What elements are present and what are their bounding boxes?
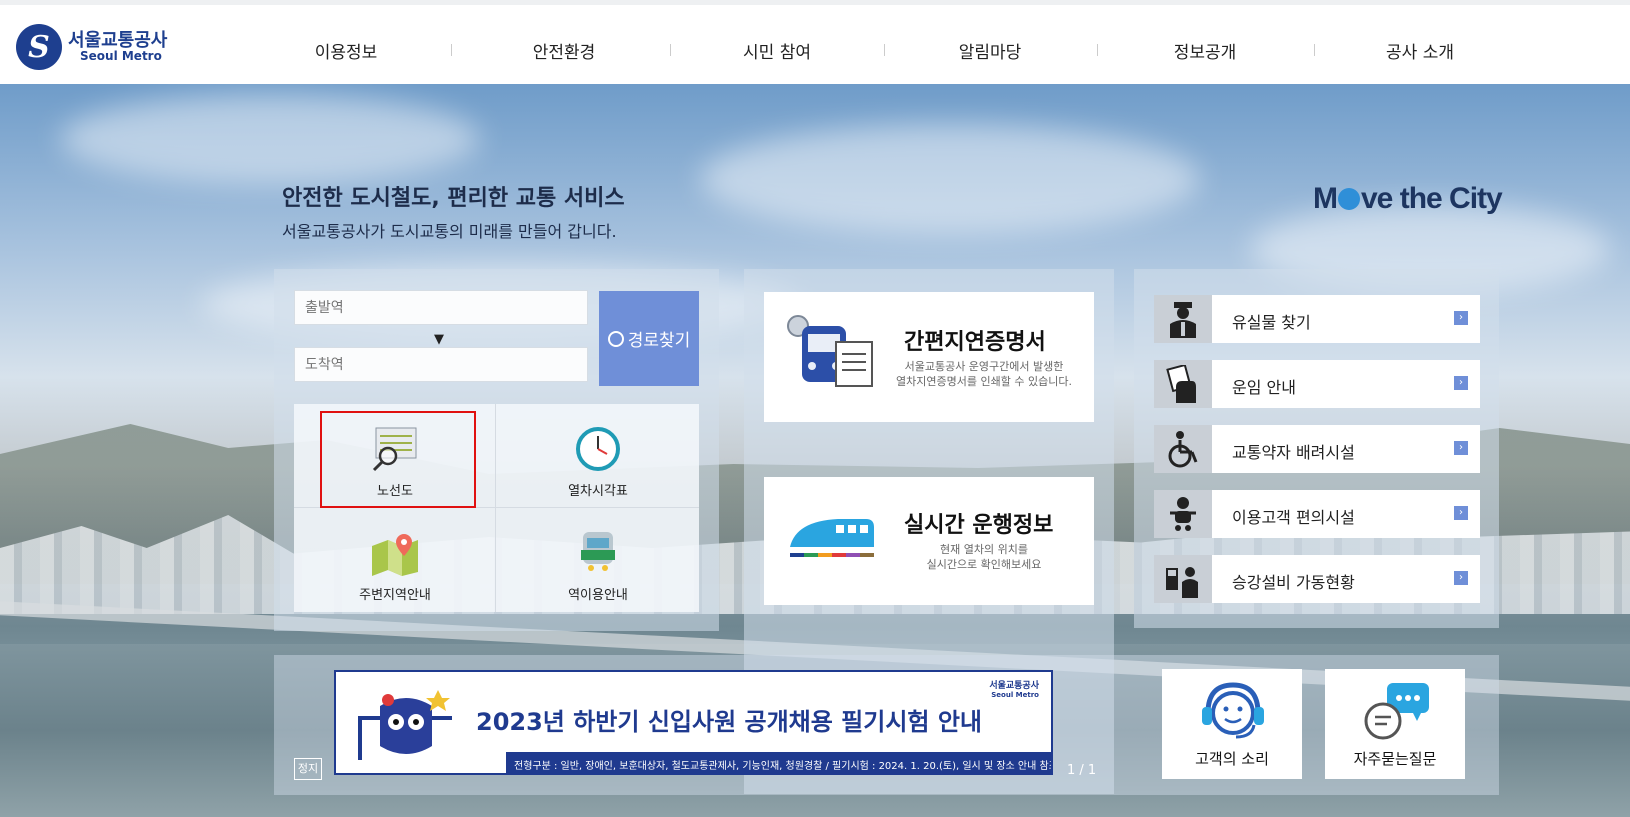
arrow-down-icon: ▼ bbox=[434, 332, 444, 347]
banner-stop-button[interactable]: 정지 bbox=[294, 758, 322, 780]
quick-nearby[interactable]: 주변지역안내 bbox=[294, 508, 496, 611]
card-title: 간편지연증명서 bbox=[904, 330, 1046, 355]
site-logo[interactable]: S 서울교통공사 Seoul Metro bbox=[16, 24, 167, 70]
bullet-train-icon bbox=[790, 519, 874, 557]
recruitment-banner[interactable]: 2023년 하반기 신입사원 공개채용 필기시험 안내 서울교통공사 Seoul… bbox=[334, 670, 1053, 775]
quick-label: 주변지역안내 bbox=[359, 588, 431, 603]
quick-label: 역이용안내 bbox=[568, 588, 628, 603]
service-label: 승강설비 가동현황 bbox=[1232, 573, 1355, 592]
quick-timetable[interactable]: 열차시각표 bbox=[497, 404, 699, 507]
customer-voice-button[interactable]: 고객의 소리 bbox=[1162, 669, 1302, 779]
service-label: 이용고객 편의시설 bbox=[1232, 508, 1355, 527]
banner-logo-english: Seoul Metro bbox=[991, 691, 1039, 699]
banner-logo-korean: 서울교통공사 bbox=[989, 681, 1039, 691]
service-lift-status[interactable]: 승강설비 가동현황 › bbox=[1154, 555, 1480, 603]
site-header: S 서울교통공사 Seoul Metro 이용정보 안전환경 시민 참여 알림마… bbox=[0, 5, 1630, 84]
nav-disclosure[interactable]: 정보공개 bbox=[1174, 38, 1237, 63]
nav-safety[interactable]: 안전환경 bbox=[533, 38, 596, 63]
card-description: 현재 열차의 위치를 실시간으로 확인해보세요 bbox=[894, 543, 1074, 573]
customer-voice-label: 고객의 소리 bbox=[1195, 750, 1269, 768]
service-convenience[interactable]: 이용고객 편의시설 › bbox=[1154, 490, 1480, 538]
card-description-line: 실시간으로 확인해보세요 bbox=[926, 557, 1042, 571]
card-description-line: 현재 열차의 위치를 bbox=[940, 543, 1028, 556]
hero-subline: 서울교통공사가 도시교통의 미래를 만들어 갑니다. bbox=[282, 222, 617, 241]
headset-icon bbox=[1202, 682, 1264, 739]
highlight-box bbox=[320, 411, 476, 508]
search-icon bbox=[607, 330, 624, 347]
service-lost-found[interactable]: 유실물 찾기 › bbox=[1154, 295, 1480, 343]
service-label: 운임 안내 bbox=[1232, 378, 1296, 397]
map-pin-icon bbox=[372, 534, 418, 576]
delay-certificate-card[interactable]: 간편지연증명서 서울교통공사 운영구간에서 발생한 열차지연증명서를 인쇄할 수… bbox=[764, 292, 1094, 422]
chevron-right-icon: › bbox=[1454, 571, 1468, 585]
service-fare[interactable]: 운임 안내 › bbox=[1154, 360, 1480, 408]
card-description-line: 서울교통공사 운영구간에서 발생한 bbox=[904, 360, 1064, 373]
chevron-right-icon: › bbox=[1454, 376, 1468, 390]
officer-icon bbox=[1170, 302, 1196, 338]
nav-separator bbox=[1314, 44, 1315, 56]
mascot-icon bbox=[358, 690, 452, 760]
clock-icon bbox=[576, 427, 620, 471]
realtime-operation-card[interactable]: 실시간 운행정보 현재 열차의 위치를 실시간으로 확인해보세요 bbox=[764, 477, 1094, 605]
seoul-metro-logo-icon: S bbox=[16, 24, 62, 70]
nav-usage-info[interactable]: 이용정보 bbox=[315, 38, 378, 63]
quick-label: 열차시각표 bbox=[568, 484, 628, 499]
faq-label: 자주묻는질문 bbox=[1353, 750, 1437, 768]
route-search-label: 경로찾기 bbox=[627, 331, 691, 351]
service-label: 유실물 찾기 bbox=[1232, 313, 1311, 332]
chevron-right-icon: › bbox=[1454, 441, 1468, 455]
nav-separator bbox=[670, 44, 671, 56]
banner-pager: 1 / 1 bbox=[1067, 763, 1097, 778]
service-label: 교통약자 배려시설 bbox=[1232, 443, 1355, 462]
slogan-prefix: M bbox=[1313, 182, 1338, 215]
nav-citizen[interactable]: 시민 참여 bbox=[743, 38, 811, 63]
smile-o-icon bbox=[1338, 188, 1360, 210]
quick-station-info[interactable]: 역이용안내 bbox=[497, 508, 699, 611]
card-description: 서울교통공사 운영구간에서 발생한 열차지연증명서를 인쇄할 수 있습니다. bbox=[884, 360, 1084, 390]
arrival-station-input[interactable] bbox=[294, 347, 588, 382]
escalator-icon bbox=[1166, 567, 1198, 598]
banner-details: 전형구분 : 일반, 장애인, 보훈대상자, 철도교통관제사, 기능인재, 청원… bbox=[506, 752, 1051, 773]
hero-tagline: 안전한 도시철도, 편리한 교통 서비스 서울교통공사가 도시교통의 미래를 만… bbox=[282, 180, 625, 242]
move-the-city-slogan: Mve the City bbox=[1313, 182, 1503, 216]
nav-separator bbox=[1097, 44, 1098, 56]
nav-notice[interactable]: 알림마당 bbox=[959, 38, 1022, 63]
card-description-line: 열차지연증명서를 인쇄할 수 있습니다. bbox=[896, 374, 1072, 388]
logo-english-name: Seoul Metro bbox=[80, 49, 162, 64]
chat-bubbles-icon bbox=[1364, 683, 1429, 740]
route-search-button[interactable]: 경로찾기 bbox=[599, 291, 699, 386]
wheelchair-icon bbox=[1168, 431, 1198, 468]
nav-separator bbox=[451, 44, 452, 56]
card-title: 실시간 운행정보 bbox=[904, 513, 1054, 538]
nav-separator bbox=[884, 44, 885, 56]
logo-korean-name: 서울교통공사 bbox=[68, 29, 168, 51]
train-icon bbox=[581, 532, 615, 571]
baby-icon bbox=[1170, 497, 1196, 531]
chevron-right-icon: › bbox=[1454, 506, 1468, 520]
ticket-hand-icon bbox=[1166, 365, 1196, 403]
hero-headline: 안전한 도시철도, 편리한 교통 서비스 bbox=[282, 186, 625, 211]
banner-title: 2023년 하반기 신입사원 공개채용 필기시험 안내 bbox=[476, 708, 983, 736]
train-document-icon bbox=[787, 315, 873, 387]
departure-station-input[interactable] bbox=[294, 290, 588, 325]
faq-button[interactable]: 자주묻는질문 bbox=[1325, 669, 1465, 779]
nav-about[interactable]: 공사 소개 bbox=[1386, 38, 1454, 63]
chevron-right-icon: › bbox=[1454, 311, 1468, 325]
service-accessibility[interactable]: 교통약자 배려시설 › bbox=[1154, 425, 1480, 473]
banner-logo: 서울교통공사 Seoul Metro bbox=[989, 678, 1039, 699]
slogan-suffix: ve the City bbox=[1361, 182, 1503, 215]
